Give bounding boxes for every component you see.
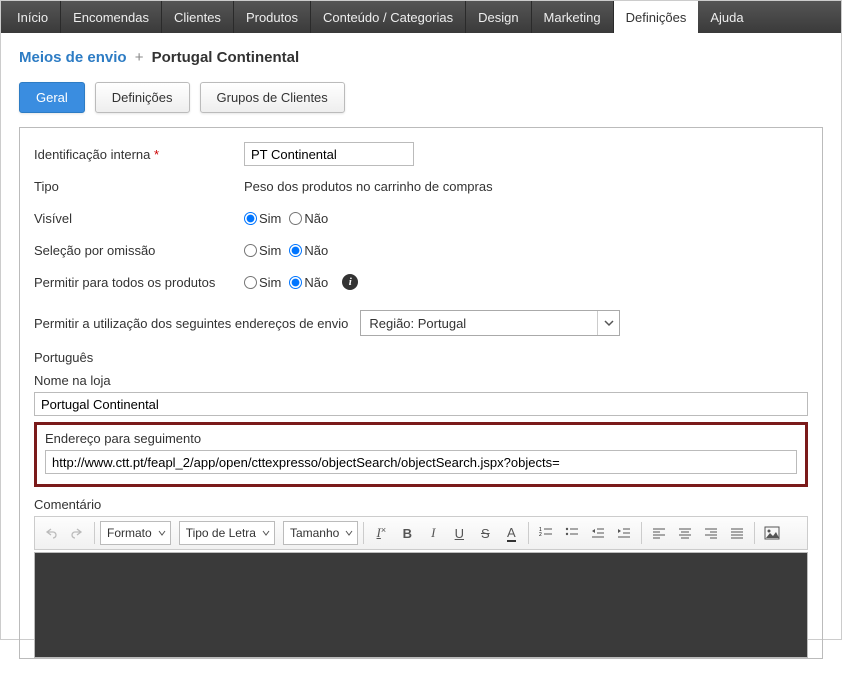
- label-language: Português: [34, 350, 808, 365]
- align-justify-button[interactable]: [725, 521, 749, 545]
- radio-visivel-nao[interactable]: Não: [289, 211, 328, 226]
- radio-visivel-sim[interactable]: Sim: [244, 211, 281, 226]
- tab-grupos-de-clientes[interactable]: Grupos de Clientes: [200, 82, 345, 113]
- label-tracking-url: Endereço para seguimento: [45, 431, 797, 446]
- outdent-button[interactable]: [586, 521, 610, 545]
- bold-button[interactable]: B: [395, 521, 419, 545]
- nav-item-produtos[interactable]: Produtos: [234, 1, 311, 33]
- chevron-down-icon: [597, 311, 619, 335]
- breadcrumb-separator: +: [135, 49, 144, 66]
- breadcrumb-parent-link[interactable]: Meios de envio: [19, 49, 127, 66]
- svg-text:2: 2: [539, 532, 542, 538]
- label-nome-loja: Nome na loja: [34, 373, 808, 388]
- select-region[interactable]: Região: Portugal: [360, 310, 620, 336]
- image-button[interactable]: [760, 521, 784, 545]
- label-shipping-addresses: Permitir a utilização dos seguintes ende…: [34, 316, 348, 331]
- breadcrumb: Meios de envio + Portugal Continental: [19, 49, 823, 66]
- radio-permitir-nao[interactable]: Não: [289, 275, 328, 290]
- editor-content-area[interactable]: [34, 552, 808, 658]
- clear-format-button[interactable]: I×: [369, 521, 393, 545]
- redo-button[interactable]: [65, 521, 89, 545]
- size-select[interactable]: Tamanho: [283, 521, 358, 545]
- nav-item-defini-es[interactable]: Definições: [614, 1, 699, 33]
- info-icon[interactable]: i: [342, 274, 358, 290]
- italic-button[interactable]: I: [421, 521, 445, 545]
- radio-selecao-sim[interactable]: Sim: [244, 243, 281, 258]
- font-select[interactable]: Tipo de Letra: [179, 521, 275, 545]
- align-center-button[interactable]: [673, 521, 697, 545]
- underline-button[interactable]: U: [447, 521, 471, 545]
- strike-button[interactable]: S: [473, 521, 497, 545]
- nav-item-in-cio[interactable]: Início: [5, 1, 61, 33]
- editor-toolbar: Formato Tipo de Letra Tamanho I× B I U S…: [34, 516, 808, 550]
- tab-geral[interactable]: Geral: [19, 82, 85, 113]
- label-selecao: Seleção por omissão: [34, 243, 244, 258]
- form-panel: Identificação interna * Tipo Peso dos pr…: [19, 127, 823, 659]
- content-area: Meios de envio + Portugal Continental Ge…: [1, 33, 841, 675]
- nav-item-encomendas[interactable]: Encomendas: [61, 1, 162, 33]
- numbered-list-button[interactable]: 12: [534, 521, 558, 545]
- nav-item-ajuda[interactable]: Ajuda: [698, 1, 755, 33]
- align-left-button[interactable]: [647, 521, 671, 545]
- bullet-list-button[interactable]: [560, 521, 584, 545]
- tabs: Geral Definições Grupos de Clientes: [19, 82, 823, 113]
- label-comentario: Comentário: [34, 497, 808, 512]
- radio-permitir-sim[interactable]: Sim: [244, 275, 281, 290]
- top-nav: InícioEncomendasClientesProdutosConteúdo…: [1, 1, 841, 33]
- label-permitir: Permitir para todos os produtos: [34, 275, 244, 290]
- indent-button[interactable]: [612, 521, 636, 545]
- format-select[interactable]: Formato: [100, 521, 171, 545]
- nav-item-marketing[interactable]: Marketing: [532, 1, 614, 33]
- nav-item-clientes[interactable]: Clientes: [162, 1, 234, 33]
- radio-selecao-nao[interactable]: Não: [289, 243, 328, 258]
- nav-item-conte-do-categorias[interactable]: Conteúdo / Categorias: [311, 1, 466, 33]
- label-tipo: Tipo: [34, 179, 244, 194]
- tracking-highlight-box: Endereço para seguimento: [34, 422, 808, 487]
- label-visivel: Visível: [34, 211, 244, 226]
- text-color-button[interactable]: A: [499, 521, 523, 545]
- undo-button[interactable]: [39, 521, 63, 545]
- value-tipo: Peso dos produtos no carrinho de compras: [244, 179, 493, 194]
- breadcrumb-current: Portugal Continental: [152, 49, 300, 66]
- label-internal-id: Identificação interna *: [34, 147, 244, 162]
- input-tracking-url[interactable]: [45, 450, 797, 474]
- nav-item-design[interactable]: Design: [466, 1, 531, 33]
- tab-defini-es[interactable]: Definições: [95, 82, 190, 113]
- input-nome-loja[interactable]: [34, 392, 808, 416]
- input-internal-id[interactable]: [244, 142, 414, 166]
- align-right-button[interactable]: [699, 521, 723, 545]
